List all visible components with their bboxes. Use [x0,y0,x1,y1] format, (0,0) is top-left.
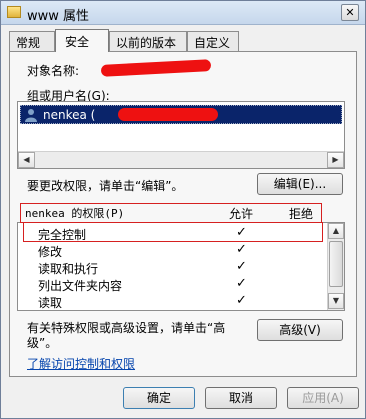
table-row: 读取 ✓ [18,293,328,310]
table-row: 修改 ✓ [18,242,328,259]
properties-dialog: www 属性 ✕ 常规 安全 以前的版本 自定义 对象名称: 组或用户名(G): [0,0,366,419]
user-icon [25,109,37,122]
allow-check-icon: ✓ [236,259,247,274]
tab-label: 常规 [16,36,41,50]
allow-check-icon: ✓ [236,276,247,291]
scroll-up-icon[interactable]: ▲ [328,223,344,239]
close-icon: ✕ [345,6,355,19]
ok-button[interactable]: 确定 [123,387,195,409]
window-title-suffix: 属性 [63,9,90,24]
scroll-right-icon[interactable]: ▶ [327,152,344,168]
group-item-label: nenkea ( [43,108,96,122]
window-title: www 属性 [27,5,89,24]
folder-icon [7,6,21,18]
tab-label: 以前的版本 [116,36,177,50]
apply-button[interactable]: 应用(A) [287,387,359,409]
close-button[interactable]: ✕ [341,4,359,21]
tab-label: 安全 [65,35,90,49]
permission-name: 读取和执行 [38,262,99,276]
advanced-button[interactable]: 高级(V) [257,319,343,341]
change-permission-hint: 要更改权限，请单击“编辑”。 [27,179,184,193]
tab-general[interactable]: 常规 [9,31,55,51]
tab-label: 自定义 [194,36,231,50]
tab-customize[interactable]: 自定义 [187,31,239,51]
scroll-down-icon[interactable]: ▼ [328,293,344,309]
annotation-box [20,203,322,223]
horizontal-scrollbar[interactable]: ◀ ▶ [18,151,344,168]
learn-access-control-link[interactable]: 了解访问控制和权限 [27,355,135,372]
vertical-scrollbar[interactable]: ▲ ▼ [327,223,344,310]
edit-button[interactable]: 编辑(E)... [257,173,343,195]
allow-check-icon: ✓ [236,293,247,308]
tab-security[interactable]: 安全 [55,29,109,52]
permission-name: 读取 [38,296,63,310]
cancel-button[interactable]: 取消 [205,387,277,409]
permission-name: 修改 [38,245,63,259]
redaction-mark [118,108,218,121]
table-row: 读取和执行 ✓ [18,259,328,276]
window-title-prefix: www [27,9,59,24]
permission-name: 列出文件夹内容 [38,279,123,293]
advanced-hint-line2: 级”。 [27,336,58,350]
object-name-label: 对象名称: [27,64,80,78]
groups-list[interactable]: nenkea ( ◀ ▶ [17,101,345,169]
annotation-box [23,222,323,242]
scroll-thumb[interactable] [329,241,343,287]
scroll-left-icon[interactable]: ◀ [18,152,35,168]
title-bar: www 属性 ✕ [1,1,365,25]
allow-check-icon: ✓ [236,242,247,257]
tab-previous-versions[interactable]: 以前的版本 [109,31,187,51]
table-row: 列出文件夹内容 ✓ [18,276,328,293]
